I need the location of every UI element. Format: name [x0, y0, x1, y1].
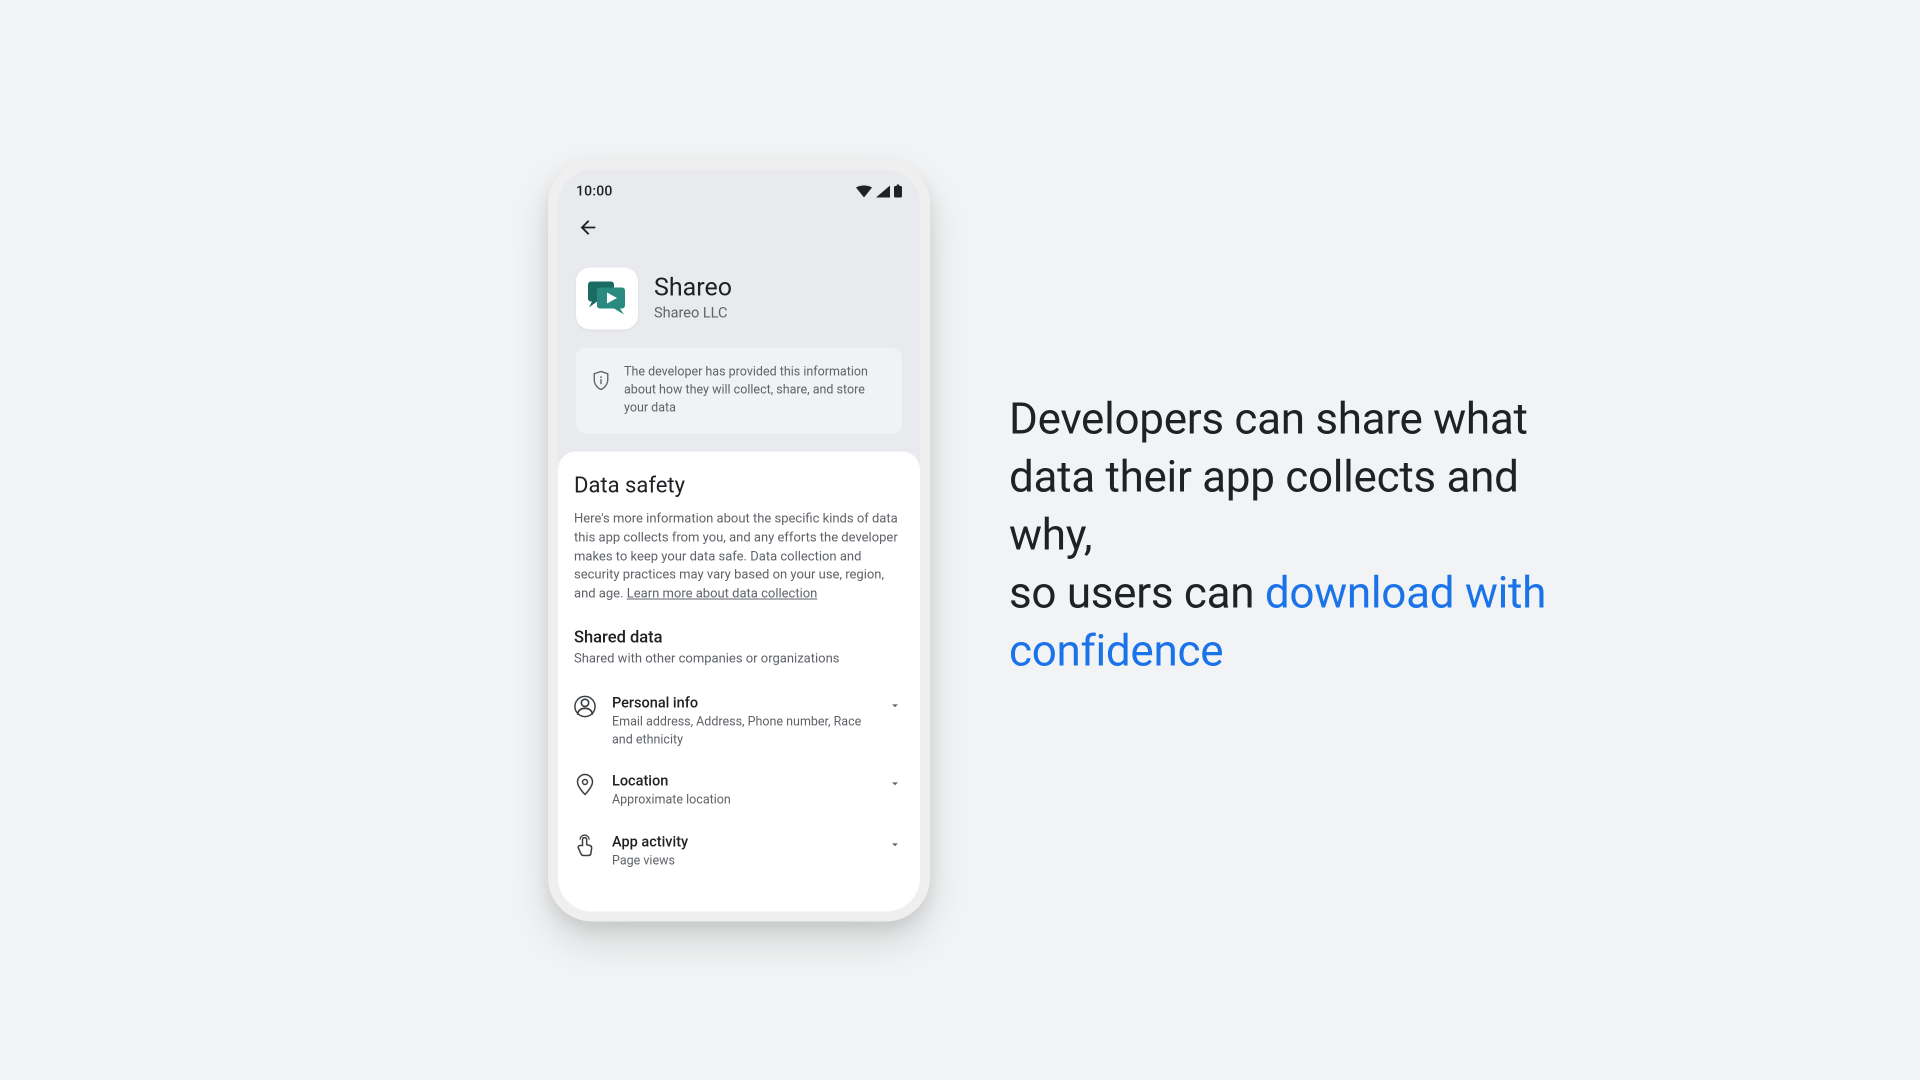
- location-icon: [575, 773, 595, 797]
- info-banner-text: The developer has provided this informat…: [624, 363, 886, 417]
- nav-back-row: [558, 207, 920, 243]
- shared-item-sub: Approximate location: [612, 792, 870, 810]
- learn-more-link[interactable]: Learn more about data collection: [627, 587, 818, 602]
- touch-icon: [575, 833, 595, 857]
- shield-info-icon: [592, 369, 610, 391]
- shared-item-title: App activity: [612, 833, 870, 850]
- shared-item-sub: Email address, Address, Phone number, Ra…: [612, 714, 870, 749]
- shared-item-location[interactable]: Location Approximate location: [574, 763, 904, 824]
- app-title-block: Shareo Shareo LLC: [654, 275, 732, 322]
- status-bar: 10:00: [558, 175, 920, 207]
- shared-item-sub: Page views: [612, 852, 870, 870]
- headline-part1: Developers can share what data their app…: [1009, 392, 1528, 560]
- battery-icon: [894, 185, 902, 198]
- arrow-left-icon: [577, 216, 599, 238]
- shared-item-personal-info[interactable]: Personal info Email address, Address, Ph…: [574, 685, 904, 763]
- status-time: 10:00: [576, 183, 613, 199]
- app-name: Shareo: [654, 275, 732, 303]
- data-safety-title: Data safety: [574, 473, 904, 498]
- wifi-icon: [856, 185, 872, 197]
- chevron-down-icon: [888, 837, 902, 851]
- app-icon: [576, 267, 638, 329]
- data-safety-sheet: Data safety Here's more information abou…: [558, 451, 920, 911]
- signal-icon: [876, 185, 890, 197]
- shared-item-title: Personal info: [612, 695, 870, 712]
- status-icons: [856, 185, 902, 198]
- shared-item-title: Location: [612, 773, 870, 790]
- shareo-logo-icon: [585, 278, 629, 318]
- marketing-headline: Developers can share what data their app…: [1009, 389, 1569, 679]
- data-safety-description: Here's more information about the specif…: [574, 510, 904, 604]
- headline-part2: so users can: [1009, 566, 1265, 618]
- shared-item-app-activity[interactable]: App activity Page views: [574, 823, 904, 884]
- phone-mockup: 10:00: [548, 159, 930, 921]
- back-button[interactable]: [576, 215, 600, 239]
- shared-data-title: Shared data: [574, 629, 904, 648]
- person-icon: [574, 696, 596, 718]
- app-header: Shareo Shareo LLC: [558, 243, 920, 347]
- chevron-down-icon: [888, 699, 902, 713]
- info-banner: The developer has provided this informat…: [576, 347, 902, 433]
- app-developer: Shareo LLC: [654, 304, 732, 321]
- shared-data-subtitle: Shared with other companies or organizat…: [574, 652, 904, 667]
- chevron-down-icon: [888, 777, 902, 791]
